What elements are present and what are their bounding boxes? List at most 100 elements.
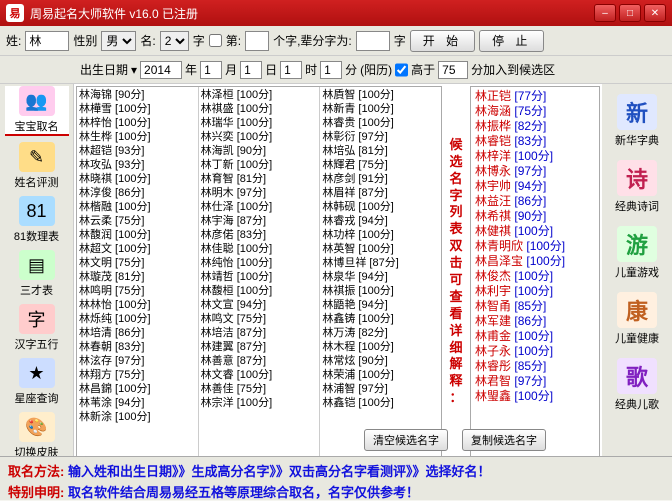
rightbar-item-1[interactable]: 诗经典诗词 — [615, 160, 659, 214]
candidate-item[interactable]: 林子永 [100分] — [475, 344, 595, 359]
candidate-item[interactable]: 林青明欣 [100分] — [475, 239, 595, 254]
name-column-1[interactable]: 林泽桓 [100分]林祺盛 [100分]林瑞华 [100分]林兴奕 [100分]… — [199, 87, 321, 457]
name-item[interactable]: 林璇茂 [81分] — [79, 270, 196, 284]
name-item[interactable]: 林建翼 [87分] — [201, 340, 318, 354]
name-item[interactable]: 林文睿 [100分] — [201, 368, 318, 382]
name-item[interactable]: 林海锦 [90分] — [79, 88, 196, 102]
name-item[interactable]: 林眉祥 [87分] — [322, 186, 439, 200]
name-item[interactable]: 林彰衍 [97分] — [322, 130, 439, 144]
name-item[interactable]: 林淳俊 [86分] — [79, 186, 196, 200]
name-item[interactable]: 林超文 [100分] — [79, 242, 196, 256]
dropdown-icon[interactable]: ▾ — [131, 63, 137, 77]
name-item[interactable]: 林鑫铠 [100分] — [322, 396, 439, 410]
month-input[interactable] — [200, 61, 222, 79]
name-item[interactable]: 林韩砚 [100分] — [322, 200, 439, 214]
name-item[interactable]: 林超铠 [93分] — [79, 144, 196, 158]
name-item[interactable]: 林攻弘 [93分] — [79, 158, 196, 172]
name-item[interactable]: 林培洁 [87分] — [201, 326, 318, 340]
name-item[interactable]: 林培弘 [81分] — [322, 144, 439, 158]
minimize-button[interactable]: – — [594, 4, 616, 22]
name-item[interactable]: 林春朝 [83分] — [79, 340, 196, 354]
name-item[interactable]: 林宇海 [87分] — [201, 214, 318, 228]
name-item[interactable]: 林靖哲 [100分] — [201, 270, 318, 284]
candidate-item[interactable]: 林琞鑫 [100分] — [475, 389, 595, 404]
candidate-item[interactable]: 林宇帅 [94分] — [475, 179, 595, 194]
name-item[interactable]: 林新青 [100分] — [322, 102, 439, 116]
candidate-item[interactable]: 林海涵 [75分] — [475, 104, 595, 119]
name-item[interactable]: 林鸣文 [75分] — [201, 312, 318, 326]
name-item[interactable]: 林貭智 [100分] — [322, 88, 439, 102]
name-item[interactable]: 林泉华 [94分] — [322, 270, 439, 284]
name-item[interactable]: 林苇涂 [94分] — [79, 396, 196, 410]
name-item[interactable]: 林彦剑 [91分] — [322, 172, 439, 186]
name-item[interactable]: 林文明 [75分] — [79, 256, 196, 270]
name-item[interactable]: 林云柔 [75分] — [79, 214, 196, 228]
candidate-item[interactable]: 林健祺 [100分] — [475, 224, 595, 239]
name-item[interactable]: 林明木 [97分] — [201, 186, 318, 200]
name-item[interactable]: 林馥桓 [100分] — [201, 284, 318, 298]
name-item[interactable]: 林万涛 [82分] — [322, 326, 439, 340]
name-item[interactable]: 林昌錦 [100分] — [79, 382, 196, 396]
day-input[interactable] — [240, 61, 262, 79]
name-count-select[interactable]: 2 — [160, 31, 189, 51]
name-item[interactable]: 林烁纯 [100分] — [79, 312, 196, 326]
name-item[interactable]: 林纯怡 [100分] — [201, 256, 318, 270]
name-item[interactable]: 林仕泽 [100分] — [201, 200, 318, 214]
sidebar-item-6[interactable]: 🎨切换皮肤 — [5, 412, 69, 460]
threshold-input[interactable] — [438, 61, 468, 79]
candidate-item[interactable]: 林俊杰 [100分] — [475, 269, 595, 284]
name-item[interactable]: 林泫存 [97分] — [79, 354, 196, 368]
sidebar-item-2[interactable]: 8181数理表 — [5, 196, 69, 244]
name-item[interactable]: 林木程 [100分] — [322, 340, 439, 354]
candidate-item[interactable]: 林睿彤 [85分] — [475, 359, 595, 374]
min-input[interactable] — [320, 61, 342, 79]
rightbar-item-2[interactable]: 游儿童游戏 — [615, 226, 659, 280]
name-item[interactable]: 林鸣明 [75分] — [79, 284, 196, 298]
name-column-0[interactable]: 林海锦 [90分]林樺雪 [100分]林梓怡 [100分]林生桦 [100分]林… — [77, 87, 199, 457]
candidate-item[interactable]: 林博永 [97分] — [475, 164, 595, 179]
candidate-item[interactable]: 林希祺 [90分] — [475, 209, 595, 224]
name-item[interactable]: 林宗洋 [100分] — [201, 396, 318, 410]
name-item[interactable]: 林梓怡 [100分] — [79, 116, 196, 130]
candidate-item[interactable]: 林君智 [97分] — [475, 374, 595, 389]
sidebar-item-5[interactable]: ★星座查询 — [5, 358, 69, 406]
threshold-checkbox[interactable] — [395, 61, 408, 79]
stop-button[interactable]: 停 止 — [479, 30, 544, 52]
di-input[interactable] — [245, 31, 269, 51]
name-item[interactable]: 林輝君 [75分] — [322, 158, 439, 172]
name-item[interactable]: 林楷融 [100分] — [79, 200, 196, 214]
name-item[interactable]: 林海凯 [90分] — [201, 144, 318, 158]
name-item[interactable]: 林彦偌 [83分] — [201, 228, 318, 242]
name-item[interactable]: 林生桦 [100分] — [79, 130, 196, 144]
name-item[interactable]: 林瑞华 [100分] — [201, 116, 318, 130]
rightbar-item-0[interactable]: 新新华字典 — [615, 94, 659, 148]
clear-candidates-button[interactable]: 清空候选名字 — [364, 429, 448, 451]
name-item[interactable]: 林佳聪 [100分] — [201, 242, 318, 256]
start-button[interactable]: 开 始 — [410, 30, 475, 52]
name-item[interactable]: 林英智 [100分] — [322, 242, 439, 256]
sidebar-item-0[interactable]: 👥宝宝取名 — [5, 86, 69, 136]
name-item[interactable]: 林丁新 [100分] — [201, 158, 318, 172]
name-item[interactable]: 林荣浦 [100分] — [322, 368, 439, 382]
sidebar-item-3[interactable]: ▤三才表 — [5, 250, 69, 298]
name-item[interactable]: 林翔方 [75分] — [79, 368, 196, 382]
candidate-item[interactable]: 林昌泽宝 [100分] — [475, 254, 595, 269]
di-checkbox[interactable] — [209, 34, 222, 47]
maximize-button[interactable]: □ — [619, 4, 641, 22]
candidate-item[interactable]: 林利宇 [100分] — [475, 284, 595, 299]
candidate-item[interactable]: 林军建 [86分] — [475, 314, 595, 329]
name-item[interactable]: 林兴奕 [100分] — [201, 130, 318, 144]
name-item[interactable]: 林睿戎 [94分] — [322, 214, 439, 228]
year-input[interactable] — [140, 61, 182, 79]
sidebar-item-1[interactable]: ✎姓名评测 — [5, 142, 69, 190]
name-item[interactable]: 林善佳 [75分] — [201, 382, 318, 396]
candidate-item[interactable]: 林睿铠 [83分] — [475, 134, 595, 149]
candidate-item[interactable]: 林振桦 [82分] — [475, 119, 595, 134]
candidate-item[interactable]: 林智甬 [85分] — [475, 299, 595, 314]
close-button[interactable]: ✕ — [644, 4, 666, 22]
name-item[interactable]: 林林怡 [100分] — [79, 298, 196, 312]
rightbar-item-3[interactable]: 康儿童健康 — [615, 292, 659, 346]
surname-input[interactable] — [25, 31, 69, 51]
name-column-2[interactable]: 林貭智 [100分]林新青 [100分]林睿贵 [100分]林彰衍 [97分]林… — [320, 87, 441, 457]
rightbar-item-4[interactable]: 歌经典儿歌 — [615, 358, 659, 412]
